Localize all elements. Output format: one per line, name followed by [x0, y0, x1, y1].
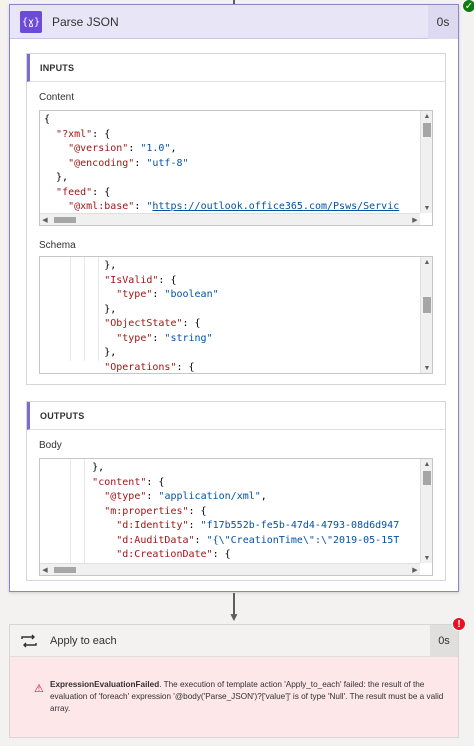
schema-vertical-scrollbar[interactable]: ▲ ▼: [420, 257, 432, 373]
error-code: ExpressionEvaluationFailed: [50, 680, 160, 689]
schema-code-box[interactable]: }, "IsValid": { "type": "boolean" }, "Ob…: [39, 256, 433, 374]
body-code-line: },: [44, 462, 105, 473]
scroll-up-arrow-icon[interactable]: ▲: [421, 111, 432, 121]
body-code-line: "@type": "application/xml",: [104, 491, 267, 502]
body-code-line: "d:Identity": "f17b552b-fe5b-47d4-4793-0…: [116, 520, 400, 531]
content-h-scroll-thumb[interactable]: [54, 217, 76, 223]
body-label: Body: [39, 440, 62, 451]
content-code-line: "feed": {: [56, 186, 111, 198]
schema-label: Schema: [39, 240, 76, 251]
body-code-line: "d:AuditData": "{\"CreationTime\":\"2019…: [116, 534, 400, 546]
parse-json-title: Parse JSON: [52, 15, 119, 29]
body-code-line: "content": {: [92, 476, 165, 488]
scroll-down-arrow-icon[interactable]: ▼: [421, 363, 432, 373]
schema-code-line: },: [44, 260, 117, 271]
scroll-right-arrow-icon[interactable]: ▶: [410, 214, 420, 225]
apply-to-each-header[interactable]: Apply to each 0s: [10, 625, 458, 657]
scroll-down-arrow-icon[interactable]: ▼: [421, 203, 432, 213]
body-code-box[interactable]: }, "content": { "@type": "application/xm…: [39, 458, 433, 576]
apply-to-each-title: Apply to each: [50, 635, 117, 647]
apply-to-each-card[interactable]: Apply to each 0s ⚠ ExpressionEvaluationF…: [9, 624, 459, 738]
content-code-line: "@xml:base": "https://outlook.office365.…: [68, 201, 400, 212]
schema-code-line: },: [44, 303, 117, 315]
content-code-line: "?xml": {: [56, 128, 111, 140]
outputs-heading: OUTPUTS: [27, 402, 445, 430]
schema-scroll-thumb[interactable]: [423, 297, 431, 313]
body-scroll-thumb[interactable]: [423, 471, 431, 485]
inputs-heading: INPUTS: [27, 54, 445, 82]
body-code-line: "d:CreationDate": {: [116, 549, 231, 560]
arrow-down-icon: ▼: [228, 610, 240, 624]
schema-code-line: "type": "boolean": [116, 289, 219, 300]
content-label: Content: [39, 92, 75, 103]
scroll-up-arrow-icon[interactable]: ▲: [421, 459, 432, 469]
schema-code-line: },: [44, 347, 117, 358]
inputs-section: INPUTS Content { "?xml": { "@version": "…: [26, 53, 446, 385]
parse-json-header[interactable]: {ɣ} Parse JSON 0s: [10, 5, 458, 39]
body-code-line: "m:properties": {: [104, 505, 207, 517]
schema-code-line: "ObjectState": {: [104, 318, 201, 329]
schema-code-line: "type": "string": [116, 332, 213, 344]
parse-json-icon: {ɣ}: [20, 11, 42, 33]
error-badge-icon: !: [452, 617, 466, 631]
schema-code-line: "Operations": {: [104, 361, 195, 373]
schema-code-line: "IsValid": {: [104, 274, 177, 286]
scroll-up-arrow-icon[interactable]: ▲: [421, 257, 432, 267]
success-check-icon: ✓: [462, 0, 474, 13]
content-horizontal-scrollbar[interactable]: ◀ ▶: [40, 213, 420, 225]
content-code-line: },: [44, 172, 69, 183]
flow-run-canvas: {ɣ} Parse JSON 0s INPUTS Content { "?xml…: [0, 0, 474, 746]
body-vertical-scrollbar[interactable]: ▲ ▼: [420, 459, 432, 563]
content-vertical-scrollbar[interactable]: ▲ ▼: [420, 111, 432, 213]
body-code-text: }, "content": { "@type": "application/xm…: [44, 461, 418, 563]
schema-code-text: }, "IsValid": { "type": "boolean" }, "Ob…: [44, 259, 418, 373]
scroll-left-arrow-icon[interactable]: ◀: [40, 214, 50, 225]
body-h-scroll-thumb[interactable]: [54, 567, 76, 573]
error-message: ExpressionEvaluationFailed. The executio…: [50, 679, 445, 715]
apply-to-each-duration: 0s: [430, 625, 458, 657]
content-code-line: "@version": "1.0",: [68, 143, 177, 154]
body-horizontal-scrollbar[interactable]: ◀ ▶: [40, 563, 420, 575]
outputs-section: OUTPUTS Body }, "content": { "@type": "a…: [26, 401, 446, 581]
parse-json-duration: 0s: [428, 5, 458, 39]
scroll-right-arrow-icon[interactable]: ▶: [410, 564, 420, 575]
content-scroll-thumb[interactable]: [423, 123, 431, 137]
scroll-down-arrow-icon[interactable]: ▼: [421, 553, 432, 563]
content-code-text: { "?xml": { "@version": "1.0", "@encodin…: [44, 113, 418, 213]
content-code-line: {: [44, 114, 51, 125]
warning-icon: ⚠: [34, 683, 44, 695]
scroll-left-arrow-icon[interactable]: ◀: [40, 564, 50, 575]
content-code-line: "@encoding": "utf-8": [68, 157, 189, 169]
loop-icon-graphic: [21, 634, 37, 648]
content-code-box[interactable]: { "?xml": { "@version": "1.0", "@encodin…: [39, 110, 433, 226]
parse-json-card[interactable]: {ɣ} Parse JSON 0s INPUTS Content { "?xml…: [9, 4, 459, 592]
loop-icon: [18, 631, 40, 651]
